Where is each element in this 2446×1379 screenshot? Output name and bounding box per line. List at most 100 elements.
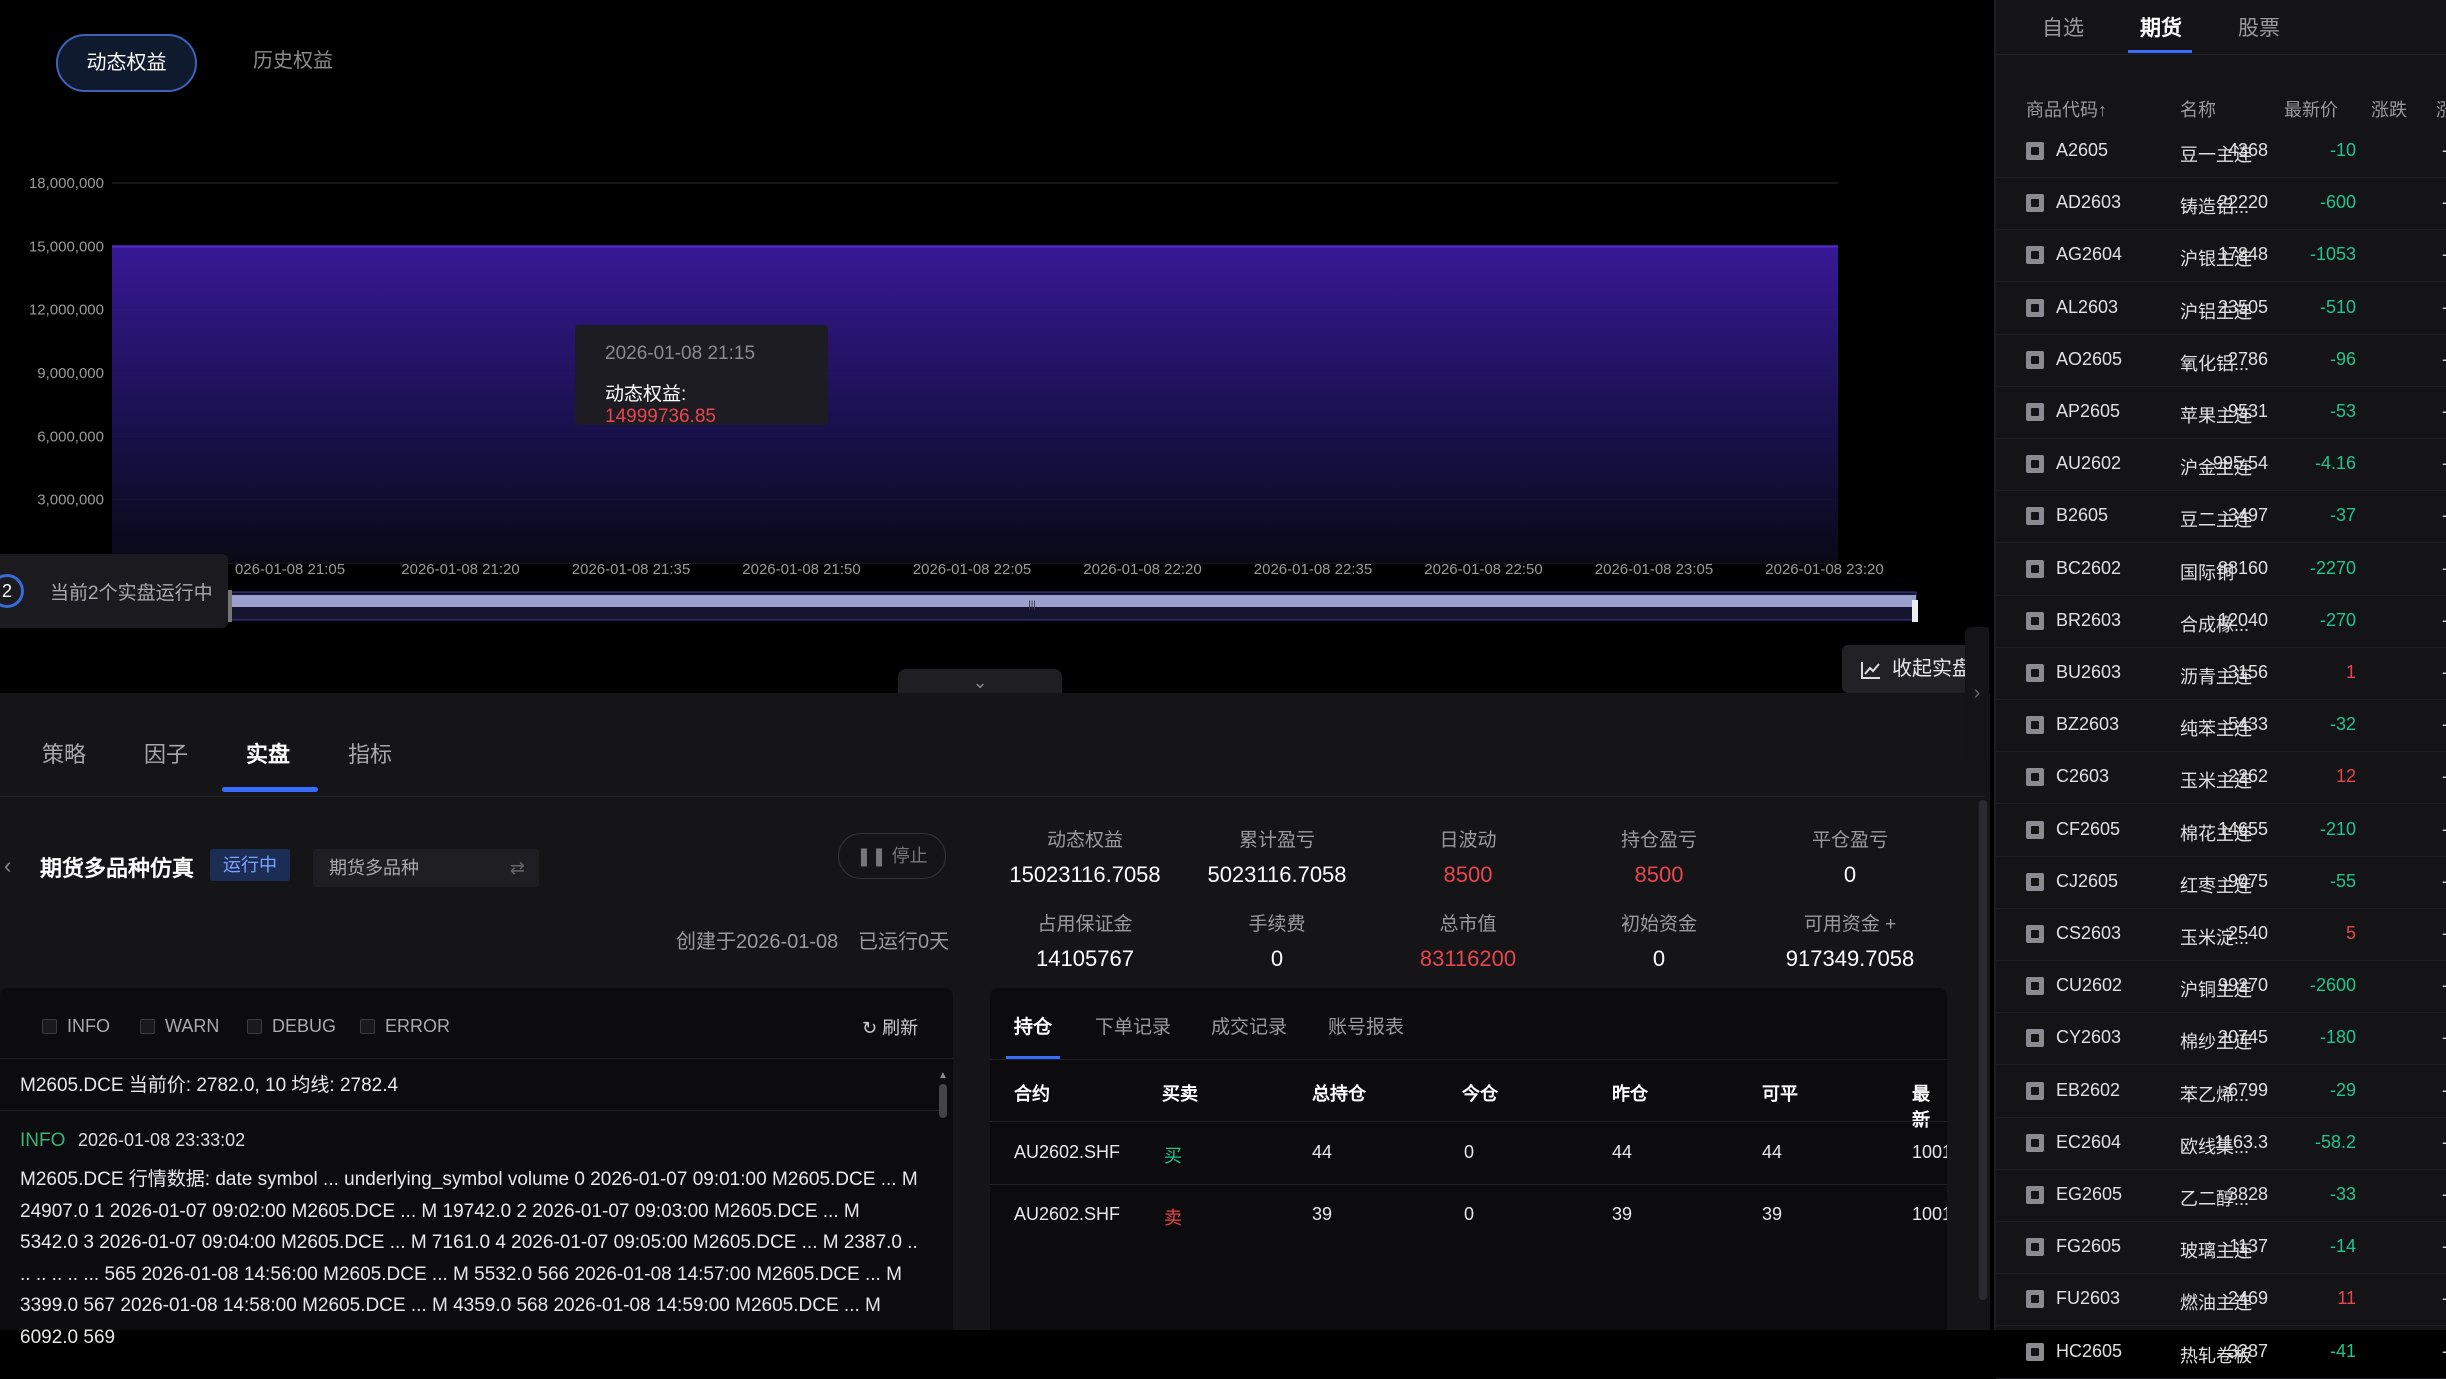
tab-favorites[interactable]: 自选 [2042, 12, 2084, 42]
bookmark-icon[interactable] [2026, 507, 2044, 526]
x-tick-label: 2026-01-08 21:50 [742, 561, 860, 578]
filter-info-checkbox[interactable]: INFO [42, 1016, 110, 1037]
row-price: 1137 [2229, 1236, 2268, 1257]
tab-historical-equity[interactable]: 历史权益 [238, 34, 348, 92]
tab-indicator[interactable]: 指标 [348, 737, 392, 769]
bookmark-icon[interactable] [2026, 1029, 2044, 1048]
bookmark-icon[interactable] [2026, 925, 2044, 943]
column-header-pct[interactable]: 涨 [2436, 96, 2446, 122]
watchlist-row[interactable]: FG2605玻璃主连1137-14- [1996, 1222, 2446, 1275]
bookmark-icon[interactable] [2026, 664, 2044, 682]
bookmark-icon[interactable] [2026, 455, 2044, 474]
tab-positions[interactable]: 持仓 [1014, 1012, 1052, 1039]
row-code: AP2605 [2056, 401, 2121, 421]
tab-strategy[interactable]: 策略 [42, 737, 86, 769]
watchlist-row[interactable]: CY2603棉纱主连20745-180- [1996, 1013, 2446, 1066]
bookmark-icon[interactable] [2026, 1133, 2044, 1152]
bookmark-icon[interactable] [2026, 403, 2044, 421]
watchlist-row[interactable]: AD2603铸造铝...22220-600- [1996, 178, 2446, 231]
tab-factor[interactable]: 因子 [144, 737, 188, 769]
back-chevron-icon[interactable]: ‹ [4, 853, 11, 879]
log-line: M2605.DCE 当前价: 2782.0, 10 均线: 2782.4 [20, 1075, 399, 1096]
row-change: -510 [2319, 296, 2356, 317]
watchlist-row[interactable]: AO2605氧化铝...2786-96- [1996, 335, 2446, 387]
row-change: -96 [2329, 348, 2356, 369]
bookmark-icon[interactable] [2026, 350, 2044, 369]
strategy-select[interactable]: 期货多品种 ⇄ [313, 849, 539, 887]
bookmark-icon[interactable] [2026, 194, 2044, 213]
bookmark-icon[interactable] [2026, 1186, 2044, 1204]
tab-orders[interactable]: 下单记录 [1095, 1012, 1171, 1039]
panel-collapse-handle[interactable]: ⌄ [898, 669, 1062, 693]
watchlist-row[interactable]: CF2605棉花主连14655-210- [1996, 805, 2446, 857]
scroll-up-icon[interactable]: ▲ [938, 1070, 948, 1081]
watchlist-row[interactable]: AG2604沪银主连17848-1053- [1996, 230, 2446, 283]
cell-today: 0 [1464, 1204, 1475, 1224]
watchlist-row[interactable]: B2605豆二主连3497-37- [1996, 491, 2446, 544]
watchlist-row[interactable]: EG2605乙二醇...3828-33- [1996, 1170, 2446, 1222]
column-header-change[interactable]: 涨跌 [2371, 96, 2407, 122]
bookmark-icon[interactable] [2026, 1081, 2044, 1100]
equity-chart[interactable]: 18,000,000 15,000,000 12,000,000 9,000,000 6… [0, 150, 1990, 640]
watchlist-row[interactable]: BR2603合成橡...12040-270- [1996, 596, 2446, 648]
x-tick-label: 2026-01-08 23:20 [1765, 561, 1883, 578]
running-strategies-indicator[interactable]: 2 当前2个实盘运行中 [0, 554, 228, 628]
watchlist-row[interactable]: CU2602沪铜主连99270-2600- [1996, 961, 2446, 1014]
watchlist-row[interactable]: AU2602沪金主连995.54-4.16- [1996, 439, 2446, 492]
range-slider-handle-right[interactable] [1912, 600, 1918, 622]
bookmark-icon[interactable] [2026, 768, 2044, 787]
bookmark-icon[interactable] [2026, 977, 2044, 996]
bookmark-icon[interactable] [2026, 1290, 2044, 1309]
bookmark-icon[interactable] [2026, 716, 2044, 735]
row-more: - [2442, 1236, 2446, 1257]
log-scrollbar[interactable]: ▲ [938, 1070, 948, 1330]
bookmark-icon[interactable] [2026, 1238, 2044, 1257]
tab-dynamic-equity[interactable]: 动态权益 [56, 34, 197, 92]
range-slider-grip-icon[interactable]: ||| [1028, 600, 1036, 611]
panel-scroll-thumb[interactable] [1979, 800, 1987, 1300]
watchlist-row[interactable]: EB2602苯乙烯...6799-29- [1996, 1066, 2446, 1118]
metric-available-funds[interactable]: 可用资金 + 917349.7058 [1755, 909, 1945, 972]
watchlist-row[interactable]: HC2605热轧卷板3287-41- [1996, 1327, 2446, 1379]
cell-contract: AU2602.SHF [1014, 1142, 1121, 1162]
watchlist-row[interactable]: AP2605苹果主连9531-53- [1996, 387, 2446, 439]
panel-scrollbar[interactable] [1978, 800, 1988, 1300]
filter-error-checkbox[interactable]: ERROR [360, 1016, 450, 1037]
watchlist-row[interactable]: C2603玉米主连226212- [1996, 752, 2446, 805]
row-more: - [2442, 975, 2446, 996]
stop-button[interactable]: ❚❚ 停止 [838, 833, 946, 879]
bookmark-icon[interactable] [2026, 298, 2044, 317]
watchlist-row[interactable]: FU2603燃油主连246911- [1996, 1274, 2446, 1327]
filter-debug-checkbox[interactable]: DEBUG [247, 1016, 336, 1037]
column-header-name[interactable]: 名称 [2180, 96, 2216, 122]
watchlist-row[interactable]: AL2603沪铝主连23505-510- [1996, 283, 2446, 335]
running-text: 当前2个实盘运行中 [50, 583, 213, 604]
bookmark-icon[interactable] [2026, 1342, 2044, 1361]
bookmark-icon[interactable] [2026, 611, 2044, 630]
watchlist-row[interactable]: BU2603沥青主连31561- [1996, 648, 2446, 700]
tab-live[interactable]: 实盘 [246, 737, 290, 769]
row-change: -55 [2329, 870, 2356, 891]
expand-side-handle[interactable]: › [1965, 627, 1989, 759]
watchlist-row[interactable]: CS2603玉米淀...25405- [1996, 909, 2446, 961]
refresh-button[interactable]: ↻ 刷新 [862, 1014, 918, 1040]
column-header-code[interactable]: 商品代码↑ [2026, 96, 2107, 122]
bookmark-icon[interactable] [2026, 246, 2044, 265]
tab-futures[interactable]: 期货 [2140, 12, 2182, 42]
watchlist-row[interactable]: A2605豆一主连4368-10- [1996, 126, 2446, 178]
watchlist-row[interactable]: BZ2603纯苯主连5433-32- [1996, 700, 2446, 753]
watchlist-row[interactable]: BC2602国际铜88160-2270- [1996, 544, 2446, 596]
watchlist-row[interactable]: CJ2605红枣主连9075-55- [1996, 857, 2446, 909]
range-slider-window[interactable] [230, 595, 1916, 607]
bookmark-icon[interactable] [2026, 820, 2044, 839]
bookmark-icon[interactable] [2026, 872, 2044, 891]
log-scroll-thumb[interactable] [939, 1084, 947, 1118]
bookmark-icon[interactable] [2026, 559, 2044, 578]
column-header-price[interactable]: 最新价 [2284, 96, 2338, 122]
bookmark-icon[interactable] [2026, 142, 2044, 160]
watchlist-row[interactable]: EC2604欧线集...1163.3-58.2- [1996, 1118, 2446, 1170]
filter-warn-checkbox[interactable]: WARN [140, 1016, 219, 1037]
tab-account-report[interactable]: 账号报表 [1328, 1012, 1404, 1039]
tab-trades[interactable]: 成交记录 [1211, 1012, 1287, 1039]
tab-stocks[interactable]: 股票 [2238, 12, 2280, 42]
